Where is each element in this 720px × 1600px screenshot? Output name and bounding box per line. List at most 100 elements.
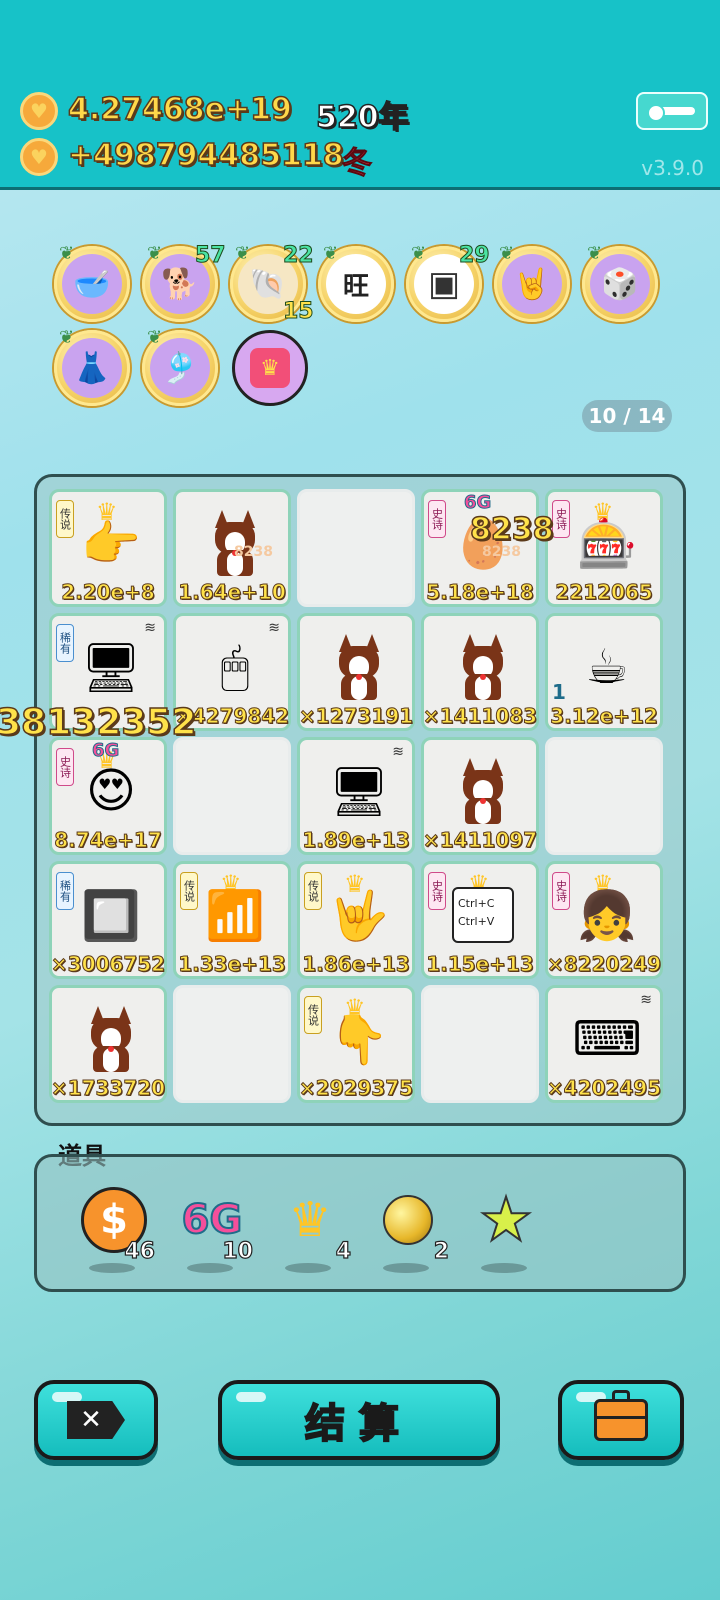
board-cell-girl-hearts[interactable]: 史诗 ♛ 6G 😍 8.74e+17 [49, 737, 167, 855]
board-cell-empty[interactable] [545, 737, 663, 855]
board-cell-empty[interactable] [173, 737, 291, 855]
board-cell-ctrl-cv[interactable]: 史诗 ♛ Ctrl+C Ctrl+V 1.15e+13 [421, 861, 539, 979]
heart-coin-icon: ♥ [20, 92, 58, 130]
cell-value: 1.64e+10 [178, 580, 287, 605]
badge-shell[interactable]: ❦ 🐚 22 15 [230, 243, 314, 325]
version-label: v3.9.0 [641, 156, 704, 180]
wifi-icon: ≋ [144, 620, 156, 636]
item-star[interactable]: ★ [467, 1184, 547, 1277]
board-cell-coffee[interactable]: ☕ 1 3.12e+12 [545, 613, 663, 731]
wifi-icon: ≋ [392, 744, 404, 760]
board-cell-dog[interactable]: ×1411097 [421, 737, 539, 855]
coffee-icon: ☕ [585, 639, 629, 695]
hand-rock-icon: 🤟 [329, 887, 389, 944]
badge-wang[interactable]: ❦ 旺 [318, 243, 394, 322]
husky-dog-icon [324, 632, 394, 702]
income-rate: +498794485118 [67, 137, 344, 174]
badge-count: 29 [459, 243, 491, 269]
item-count: 4 [335, 1238, 352, 1264]
leaf-icon: ❦ [587, 243, 603, 264]
board-cell-empty[interactable] [173, 985, 291, 1103]
cell-value: 1.89e+13 [302, 828, 411, 853]
cell-float-text: 8238 [234, 544, 273, 560]
leaf-icon: ❦ [147, 327, 163, 348]
leaf-icon: ❦ [499, 243, 515, 264]
mouse-icon: 🖱 [220, 638, 250, 695]
board-cell-wifi-big[interactable]: 传说 ♛ 📶 1.33e+13 [173, 861, 291, 979]
badge-count: 57 [195, 243, 227, 269]
board-cell-claw-machine[interactable]: 史诗 ♛ 🎰 2212065 [545, 489, 663, 607]
wang-text-icon: 旺 [342, 271, 369, 302]
briefcase-icon [594, 1390, 648, 1441]
cell-level: 1 [552, 680, 566, 704]
board-cell-cpu[interactable]: 稀有 🔲 ×3006752 [49, 861, 167, 979]
husky-dog-icon [448, 632, 518, 702]
board-cell-empty[interactable] [421, 985, 539, 1103]
badge-dice-head[interactable]: ❦ 🎲 [582, 243, 658, 322]
wifi-icon: ≋ [640, 992, 652, 1008]
wifi-icon: ≋ [268, 620, 280, 636]
item-count: 46 [124, 1238, 156, 1264]
shell-icon: 🐚 [249, 266, 287, 302]
rarity-tag: 史诗 [56, 748, 74, 786]
rarity-tag: 传说 [56, 500, 74, 538]
cell-value: 2212065 [555, 580, 653, 605]
skirt-icon: 👗 [73, 350, 111, 386]
rock-hand-icon: 🤘 [513, 266, 551, 302]
badge-chip[interactable]: ❦ ▣ 29 [406, 243, 490, 322]
item-count: 10 [222, 1238, 254, 1264]
girl-braids-icon: 👧 [577, 887, 637, 944]
cell-value: 5.18e+18 [426, 580, 535, 605]
board-cell-dog[interactable]: ×1733720 [49, 985, 167, 1103]
settle-label: 结算 [304, 1400, 413, 1448]
badge-shiba-dog[interactable]: ❦ 🐕 57 [142, 243, 226, 322]
board-cell-dog[interactable]: 8238 1.64e+10 [173, 489, 291, 607]
settle-button[interactable]: 结算 [218, 1380, 500, 1460]
gold-ball-icon [383, 1195, 433, 1245]
board-cell-egg-head[interactable]: 史诗 6G 🥚 8238 5.18e+18 [421, 489, 539, 607]
total-money: 4.27468e+19 [67, 91, 292, 128]
cell-value: ×1733720 [50, 1076, 166, 1101]
rarity-tag: 史诗 [428, 872, 446, 910]
board-cell-empty[interactable] [297, 489, 415, 607]
badge-rock-hand[interactable]: ❦ 🤘 [494, 243, 570, 322]
board-cell-girl-braids[interactable]: 史诗 ♛ 👧 ×8220249 [545, 861, 663, 979]
badge-count: 22 [283, 243, 315, 269]
item-crown[interactable]: ♛ 4 [271, 1187, 352, 1277]
rarity-tag: 稀有 [56, 872, 74, 910]
monitor-icon: 🖥 [328, 763, 390, 820]
keyboard-icon: ⌨ [572, 1011, 642, 1067]
cell-value: 1.33e+13 [178, 952, 287, 977]
board-cell-dog[interactable]: ×1273191 [297, 613, 415, 731]
cell-value: ×2929375 [298, 1076, 414, 1101]
crown-slot-icon: ♛ [260, 355, 280, 381]
delete-button[interactable]: ✕ [34, 1380, 158, 1460]
item-dollar-coin[interactable]: $ 46 [75, 1187, 156, 1277]
rarity-tag: 史诗 [552, 872, 570, 910]
page-indicator: 10 / 14 [582, 400, 672, 432]
crown-icon: ♛ [288, 1192, 332, 1248]
badge-locked[interactable]: ♛ [232, 330, 308, 406]
bag-button[interactable] [558, 1380, 684, 1460]
board-cell-dog[interactable]: ×1411083 [421, 613, 539, 731]
cell-value: ×1273191 [298, 704, 414, 729]
husky-dog-icon [200, 508, 270, 578]
leaf-icon: ❦ [411, 243, 427, 264]
board-cell-hand-rock[interactable]: 传说 ♛ 🤟 1.86e+13 [297, 861, 415, 979]
dice-head-icon: 🎲 [601, 266, 639, 302]
rarity-tag: 传说 [304, 872, 322, 910]
item-count: 2 [433, 1238, 450, 1264]
badge-skirt[interactable]: ❦ 👗 [54, 327, 130, 406]
board-cell-hand-down[interactable]: 传说 ♛ 👇 ×2929375 [297, 985, 415, 1103]
board-cell-monitor[interactable]: ≋ 🖥 1.89e+13 [297, 737, 415, 855]
badge-claw-machine[interactable]: ❦ 🎐 [142, 327, 218, 406]
leaf-icon: ❦ [235, 243, 251, 264]
cell-value: 3.12e+12 [550, 704, 659, 729]
settings-toggle-button[interactable] [636, 92, 708, 130]
board-cell-keyboard[interactable]: ≋ ⌨ ×4202495 [545, 985, 663, 1103]
badge-food-bowl[interactable]: ❦ 🥣 [54, 243, 130, 322]
claw-machine-icon: 🎰 [577, 515, 637, 572]
item-gold-ball[interactable]: 2 [369, 1187, 450, 1277]
item-6g-boost[interactable]: 6G 10 [173, 1187, 254, 1277]
board-cell-hand-point[interactable]: 传说 ♛ 👉 2.20e+8 [49, 489, 167, 607]
